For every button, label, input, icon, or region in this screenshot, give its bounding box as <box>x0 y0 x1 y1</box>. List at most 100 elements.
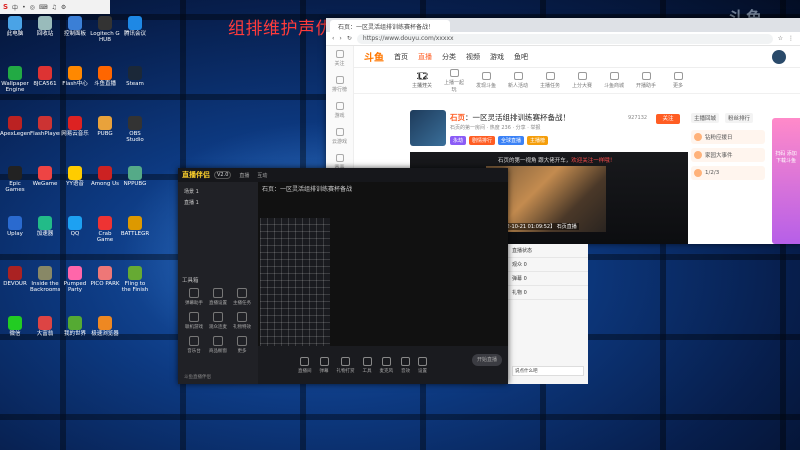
desktop-icon[interactable]: PUBG <box>90 114 120 148</box>
room-avatar[interactable] <box>410 110 446 146</box>
desktop-icon[interactable]: Inside the Backrooms <box>30 264 60 298</box>
toolbox-item[interactable]: 观众连麦 <box>206 312 230 330</box>
desktop-icon[interactable]: 8JCA561 <box>30 64 60 98</box>
scene-item[interactable]: 场景 1 <box>178 186 258 197</box>
scene-item[interactable]: 直播 1 <box>178 197 258 208</box>
back-icon[interactable]: ‹ <box>332 35 334 42</box>
rank-row[interactable]: 钻粉应援日 <box>691 130 765 144</box>
desktop-icon[interactable]: 此电脑 <box>0 14 30 48</box>
tool-item[interactable]: 上播一起玩 <box>442 68 466 93</box>
rank-row[interactable]: 家园大事件 <box>691 148 765 162</box>
toolbox-item[interactable]: 直播设置 <box>206 288 230 306</box>
taskbar-item-1[interactable]: • <box>22 4 26 11</box>
desktop-icon[interactable]: Wallpaper Engine <box>0 64 30 98</box>
toolbox-item[interactable]: 礼物特效 <box>230 312 254 330</box>
follow-button[interactable]: 关注 <box>656 114 680 124</box>
nav-home[interactable]: 首页 <box>394 52 408 62</box>
tool-item[interactable]: 主播任务 <box>538 72 562 89</box>
sidebar-item[interactable]: 云游戏 <box>326 124 353 150</box>
bottom-bar-button[interactable]: 工具 <box>362 356 372 374</box>
desktop-icon[interactable]: PICO PARK <box>90 264 120 298</box>
bottom-bar-button[interactable]: 礼物打赏 <box>337 356 355 374</box>
douyu-logo[interactable]: 斗鱼 <box>364 49 384 64</box>
desktop-icon[interactable]: NPPUBG <box>120 164 150 198</box>
desktop-icon[interactable]: WeGame <box>30 164 60 198</box>
bottom-bar-button[interactable]: 设置 <box>418 356 427 374</box>
desktop-icon[interactable]: Steam <box>120 64 150 98</box>
bottom-bar-button[interactable]: 直播间 <box>298 356 312 374</box>
desktop-icon[interactable]: Fling to the Finish <box>120 264 150 298</box>
bottom-bar-button[interactable]: 弹幕 <box>319 356 329 374</box>
taskbar-item-4[interactable]: ♫ <box>52 4 57 11</box>
room-tag[interactable]: 主播榜 <box>527 136 549 145</box>
desktop-icon[interactable]: ApexLegends <box>0 114 30 148</box>
desktop-icon[interactable]: Uplay <box>0 214 30 248</box>
reload-icon[interactable]: ↻ <box>347 35 352 42</box>
desktop-icon[interactable]: 控制面板 <box>60 14 90 48</box>
browser-tab[interactable]: 石页：一区灵活组排训练赛杯备战！ <box>330 20 450 32</box>
obs-tab[interactable]: 互动 <box>257 172 267 179</box>
nav-live[interactable]: 直播 <box>418 52 432 62</box>
desktop-icon[interactable]: Epic Games <box>0 164 30 198</box>
nav-category[interactable]: 分类 <box>442 52 456 62</box>
toolbox-item[interactable]: 弹幕助手 <box>182 288 206 306</box>
rank-row[interactable]: 1/2/3 <box>691 166 765 180</box>
room-tag[interactable]: 永劫 <box>450 136 467 145</box>
tool-item[interactable]: 主播开关 <box>410 72 434 89</box>
nav-fishbar[interactable]: 鱼吧 <box>514 52 528 62</box>
room-tag[interactable]: 全球直播 <box>498 136 525 145</box>
obs-tab[interactable]: 直播 <box>239 172 249 179</box>
desktop-icon[interactable]: Pumped Party <box>60 264 90 298</box>
toolbox-item[interactable]: 商品橱窗 <box>206 336 230 354</box>
taskbar-item-0[interactable]: 中 <box>12 3 18 12</box>
tool-item[interactable]: 发现斗鱼 <box>474 72 498 89</box>
address-bar[interactable]: https://www.douyu.com/xxxxx <box>356 33 773 44</box>
desktop-icon[interactable]: YY语音 <box>60 164 90 198</box>
taskbar-item-2[interactable]: ◎ <box>30 4 35 11</box>
taskbar-logo[interactable]: S <box>3 3 8 11</box>
rank-tab[interactable]: 主播回城 <box>691 113 720 123</box>
nav-video[interactable]: 视频 <box>466 52 480 62</box>
star-icon[interactable]: ☆ <box>778 35 783 42</box>
desktop-icon[interactable]: Crab Game <box>90 214 120 248</box>
tool-item[interactable]: 新人活动 <box>506 72 530 89</box>
promo-banner[interactable] <box>772 118 800 244</box>
chat-input[interactable]: 说点什么吧 <box>512 366 584 376</box>
start-live-button[interactable]: 开始直播 <box>472 354 502 366</box>
desktop-icon[interactable]: DEVOUR <box>0 264 30 298</box>
desktop-icon[interactable]: OBS Studio <box>120 114 150 148</box>
desktop-icon[interactable]: 微信 <box>0 314 30 348</box>
desktop-icon[interactable]: 极速浏览器 <box>90 314 120 348</box>
desktop-icon[interactable]: Among Us <box>90 164 120 198</box>
desktop-icon[interactable]: Logitech G HUB <box>90 14 120 48</box>
desktop-icon[interactable]: 回收站 <box>30 14 60 48</box>
desktop-icon[interactable]: BATTLEGR <box>120 214 150 248</box>
desktop-icon[interactable]: FlashPlayer <box>30 114 60 148</box>
desktop-icon[interactable]: 大富翁 <box>30 314 60 348</box>
toolbox-item[interactable]: 联机游戏 <box>182 312 206 330</box>
taskbar-item-3[interactable]: ⌨ <box>39 4 48 11</box>
desktop-icon[interactable]: Flash中心 <box>60 64 90 98</box>
desktop-icon[interactable]: QQ <box>60 214 90 248</box>
taskbar-item-5[interactable]: ⚙ <box>61 4 66 11</box>
toolbox-item[interactable]: 更多 <box>230 336 254 354</box>
desktop-icon[interactable]: 加速器 <box>30 214 60 248</box>
sidebar-item[interactable]: 关注 <box>326 46 353 72</box>
room-tag[interactable]: 剧情排行 <box>469 136 496 145</box>
forward-icon[interactable]: › <box>339 35 341 42</box>
avatar[interactable] <box>772 50 786 64</box>
toolbox-item[interactable]: 音乐台 <box>182 336 206 354</box>
menu-icon[interactable]: ⋮ <box>788 35 794 42</box>
bottom-bar-button[interactable]: 音效 <box>401 356 410 374</box>
tool-item[interactable]: 更多 <box>666 72 690 89</box>
desktop-icon[interactable]: 网易云音乐 <box>60 114 90 148</box>
nav-game[interactable]: 游戏 <box>490 52 504 62</box>
bottom-bar-button[interactable]: 麦克风 <box>380 356 393 374</box>
tool-item[interactable]: 上分大赛 <box>570 72 594 89</box>
toolbox-item[interactable]: 主播任务 <box>230 288 254 306</box>
desktop-icon[interactable]: 斗鱼直播 <box>90 64 120 98</box>
tool-item[interactable]: 开播助手 <box>634 72 658 89</box>
rank-tab[interactable]: 粉丝排行 <box>725 113 754 123</box>
desktop-icon[interactable]: 腾讯会议 <box>120 14 150 48</box>
sidebar-item[interactable]: 游戏 <box>326 98 353 124</box>
